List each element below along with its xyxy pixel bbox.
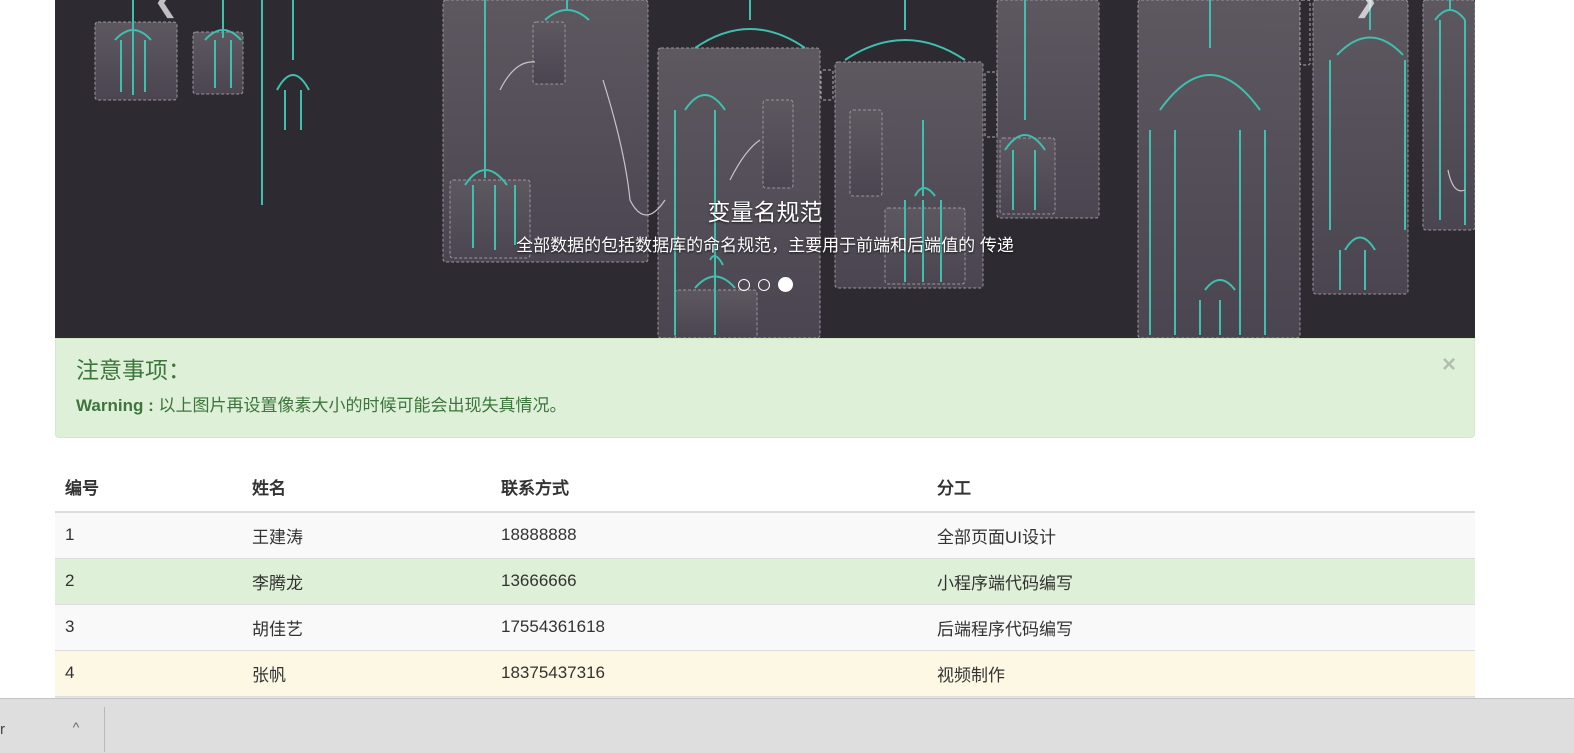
carousel-caption: 变量名规范 全部数据的包括数据库的命名规范，主要用于前端和后端值的 传递 [55, 196, 1475, 258]
header-name: 姓名 [242, 462, 491, 513]
cell-name: 胡佳艺 [242, 603, 491, 650]
divider [104, 707, 105, 752]
table-header-row: 编号 姓名 联系方式 分工 [55, 462, 1475, 513]
download-item-label[interactable]: r [0, 721, 5, 738]
cell-name: 王建涛 [242, 511, 491, 558]
image-carousel[interactable]: ❮ ❯ 变量名规范 全部数据的包括数据库的命名规范，主要用于前端和后端值的 传递 [55, 0, 1475, 338]
alert-text: 以上图片再设置像素大小的时候可能会出现失真情况。 [153, 396, 567, 415]
header-id: 编号 [55, 462, 242, 513]
cell-contact: 18888888 [491, 511, 927, 558]
alert-message: Warning : 以上图片再设置像素大小的时候可能会出现失真情况。 [76, 395, 1454, 417]
cell-role: 小程序端代码编写 [927, 557, 1475, 604]
carousel-indicator-3-active[interactable] [777, 277, 793, 292]
close-icon[interactable]: × [1442, 353, 1456, 377]
cell-role: 后端程序代码编写 [927, 603, 1475, 650]
alert-label: Warning : [76, 396, 154, 415]
chevron-right-icon[interactable]: ❯ [1350, 0, 1382, 18]
cell-contact: 18375437316 [491, 649, 927, 696]
download-bar: r ^ [0, 698, 1574, 753]
carousel-indicators [55, 277, 1475, 292]
cell-role: 视频制作 [927, 649, 1475, 696]
cell-contact: 17554361618 [491, 603, 927, 650]
table-row: 4 张帆 18375437316 视频制作 [55, 649, 1475, 696]
header-role: 分工 [927, 462, 1475, 513]
caption-text: 全部数据的包括数据库的命名规范，主要用于前端和后端值的 传递 [516, 236, 1014, 255]
caption-title: 变量名规范 [707, 199, 823, 225]
carousel-indicator-1[interactable] [737, 278, 750, 291]
cell-id: 3 [55, 603, 242, 650]
cell-contact: 13666666 [491, 557, 927, 604]
alert-title: 注意事项： [76, 357, 191, 383]
carousel-indicator-2[interactable] [757, 278, 770, 291]
cell-id: 4 [55, 649, 242, 696]
warning-alert: 注意事项： Warning : 以上图片再设置像素大小的时候可能会出现失真情况。… [55, 338, 1475, 438]
cell-name: 张帆 [242, 649, 491, 696]
cell-name: 李腾龙 [242, 557, 491, 604]
cell-id: 2 [55, 557, 242, 604]
table-row: 2 李腾龙 13666666 小程序端代码编写 [55, 557, 1475, 604]
table-row: 1 王建涛 18888888 全部页面UI设计 [55, 511, 1475, 558]
table-row: 3 胡佳艺 17554361618 后端程序代码编写 [55, 603, 1475, 650]
chevron-up-icon[interactable]: ^ [66, 717, 86, 737]
chevron-left-icon[interactable]: ❮ [150, 0, 182, 18]
cell-role: 全部页面UI设计 [927, 511, 1475, 558]
cell-id: 1 [55, 511, 242, 558]
header-contact: 联系方式 [491, 462, 927, 513]
